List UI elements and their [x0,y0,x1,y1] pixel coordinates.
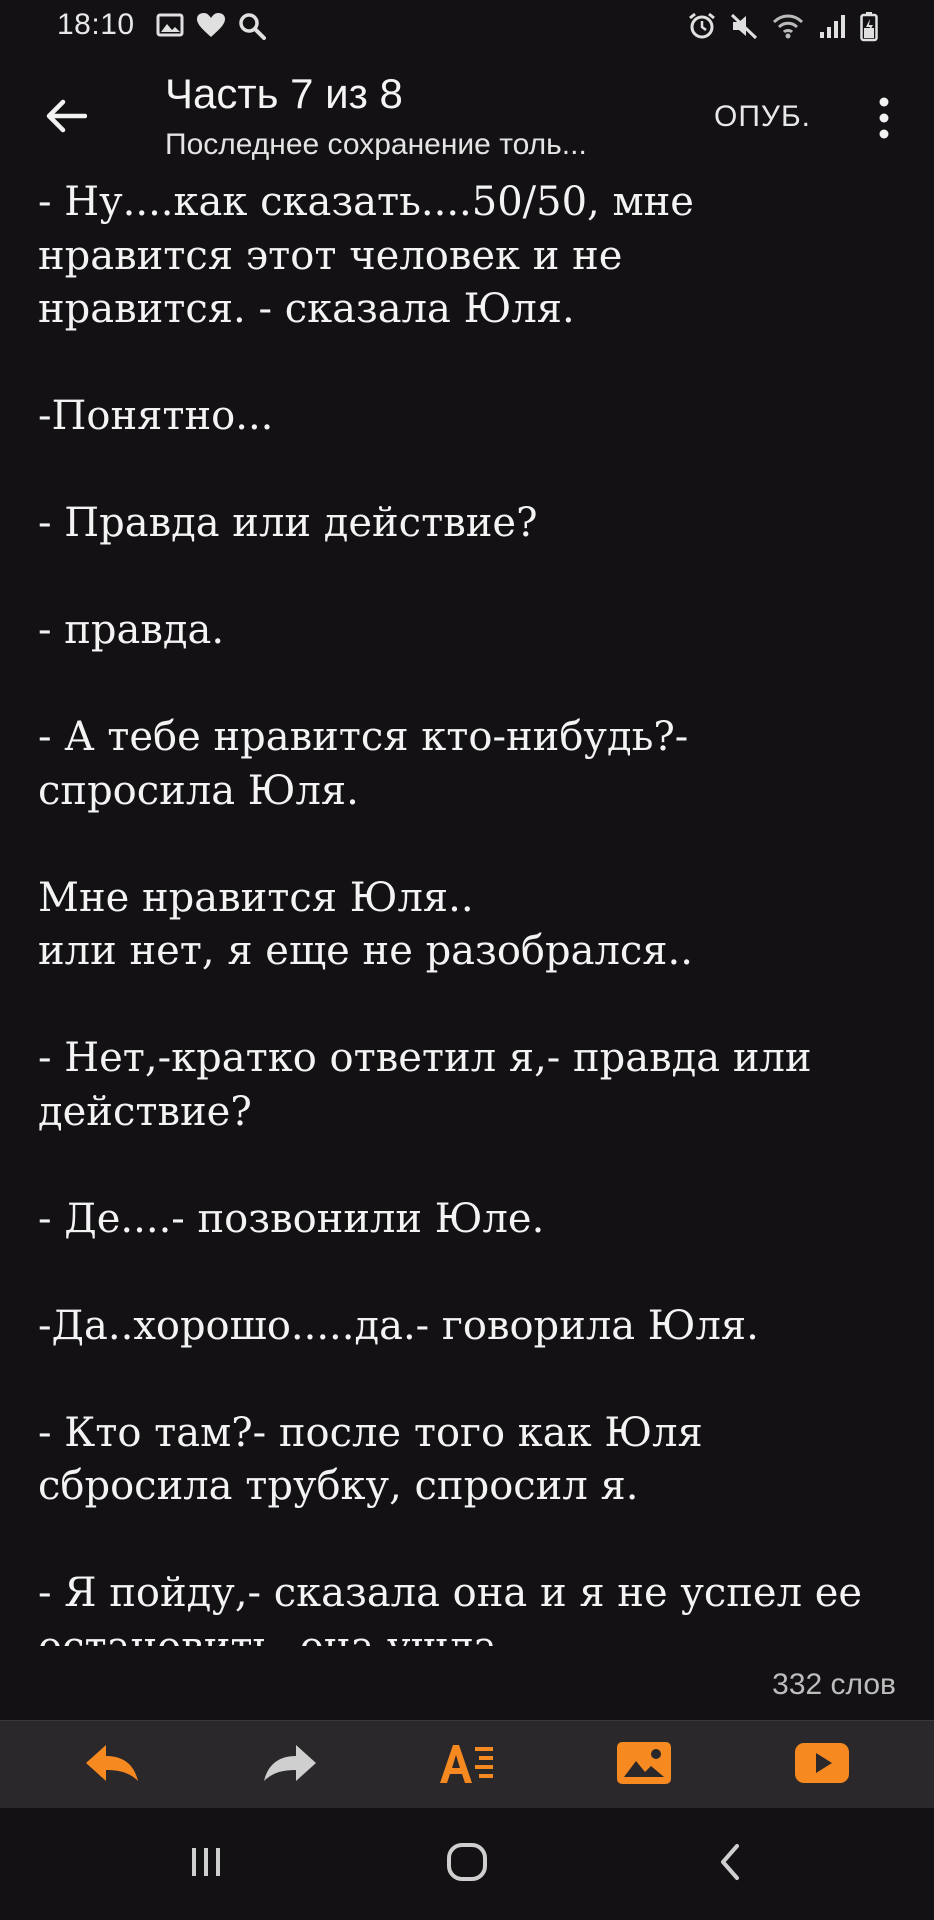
back-nav-button[interactable] [700,1836,760,1892]
story-paragraph: - Я пойду,- сказала она и я не успел ее о… [38,1567,908,1646]
story-line: - А тебе нравится кто-нибудь?- [38,714,689,760]
recent-apps-button[interactable] [176,1836,236,1892]
arrow-left-icon [45,98,88,139]
story-paragraph: Мне нравится Юля.. или нет, я еще не разо… [38,872,908,979]
story-paragraph: -Понятно... [38,390,908,444]
status-time: 18:10 [57,8,135,41]
home-icon [445,1842,489,1887]
story-line: - Нет,-кратко ответил я,- правда или [38,1035,812,1081]
mute-icon [730,12,758,42]
editor-header: Часть 7 из 8 Последнее сохранение толь..… [0,60,934,180]
more-vertical-icon [878,96,890,145]
home-button[interactable] [437,1836,497,1892]
status-left-icons [156,12,266,40]
story-paragraph: - Кто там?- после того как Юля сбросила т… [38,1407,908,1514]
redo-button[interactable] [260,1737,320,1793]
story-paragraph: - Нет,-кратко ответил я,- правда или дейс… [38,1032,908,1139]
story-line: -Да..хорошо.....да.- говорила Юля. [38,1302,759,1349]
heart-icon [196,12,226,40]
story-line: -Понятно... [38,393,274,439]
story-paragraph: - Правда или действие? [38,497,908,551]
story-line: действие? [38,1088,252,1135]
redo-icon [262,1743,318,1788]
back-button[interactable] [38,90,94,146]
story-line: - Правда или действие? [38,500,538,546]
story-paragraph: -Да..хорошо.....да.- говорила Юля. [38,1300,908,1354]
more-options-button[interactable] [866,94,902,146]
status-right-icons [688,12,878,42]
story-line: - правда. [38,607,225,653]
story-line: нравится этот человек и не [38,232,623,279]
text-format-button[interactable] [436,1737,496,1793]
insert-video-button[interactable] [792,1737,852,1793]
save-status: Последнее сохранение толь... [165,128,587,161]
battery-icon [860,12,878,42]
story-line: остановить. она ушла. [38,1621,908,1647]
editor-toolbar [0,1720,934,1809]
search-icon [238,12,266,40]
insert-video-icon [794,1741,850,1790]
word-count: 332 слов [772,1668,896,1701]
system-nav-bar [0,1808,934,1920]
back-nav-icon [715,1842,745,1887]
image-icon [156,12,184,40]
undo-button[interactable] [82,1737,142,1793]
story-paragraph: - А тебе нравится кто-нибудь?- спросила Ю… [38,711,908,818]
story-text-editor[interactable]: - Ну....как сказать....50/50, мне нравитс… [38,176,908,1646]
story-line: или нет, я еще не разобрался.. [38,928,693,974]
recent-apps-icon [186,1844,226,1885]
story-line: Мне нравится Юля.. [38,874,474,921]
alarm-icon [688,12,716,42]
story-line: спросила Юля. [38,767,359,814]
story-paragraph: - Ну....как сказать....50/50, мне нравитс… [38,176,908,337]
insert-image-icon [616,1741,672,1790]
story-paragraph: - Де....- позвонили Юле. [38,1193,908,1247]
publish-button[interactable]: ОПУБ. [714,100,811,134]
story-line: - Кто там?- после того как Юля [38,1409,703,1456]
story-line: - Де....- позвонили Юле. [38,1195,545,1242]
wifi-icon [772,12,804,42]
insert-image-button[interactable] [614,1737,674,1793]
text-format-icon [437,1741,495,1790]
status-bar: 18:10 [0,0,934,56]
story-line: - Ну....как сказать....50/50, мне [38,179,694,225]
story-paragraph: - правда. [38,604,908,658]
story-line: сбросила трубку, спросил я. [38,1463,639,1509]
undo-icon [84,1743,140,1788]
page-title: Часть 7 из 8 [165,70,403,117]
story-line: - Я пойду,- сказала она и я не успел ее [38,1570,863,1616]
story-line: нравится. - сказала Юля. [38,286,575,332]
signal-icon [818,12,846,42]
